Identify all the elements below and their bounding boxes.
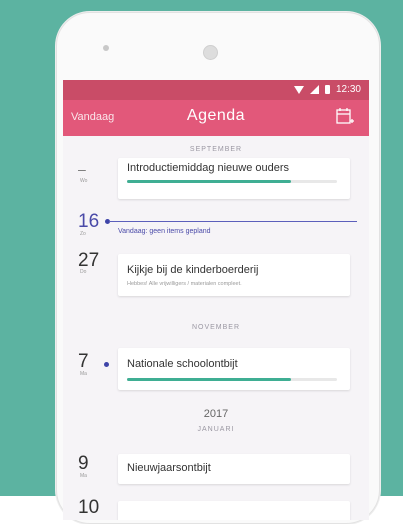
day-weekday: Do (80, 269, 87, 275)
event-title: Nationale schoolontbijt (127, 358, 238, 370)
today-note: Vandaag: geen items gepland (118, 228, 211, 235)
today-line (109, 221, 357, 222)
event-title: Nieuwjaarsontbijt (127, 462, 211, 474)
year-header: 2017 (203, 408, 229, 420)
event-progress (127, 378, 337, 381)
day-number: 27 (78, 250, 100, 271)
day-weekday: Wo (80, 178, 88, 184)
event-title: Kijkje bij de kinderboerderij (127, 264, 259, 276)
month-header-september: SEPTEMBER (189, 146, 243, 153)
event-card-kinderboerderij[interactable]: Kijkje bij de kinderboerderij Hebbes! Al… (118, 254, 350, 296)
day-number: 9 (78, 453, 89, 474)
wifi-icon (293, 85, 304, 94)
event-subtitle: Hebbes! Alle vrijwilligers / materialen … (127, 281, 242, 287)
event-card-partial[interactable] (118, 501, 350, 520)
page-title: Agenda (186, 107, 246, 124)
front-camera (203, 45, 218, 60)
event-marker (104, 362, 109, 367)
status-time: 12:30 (335, 84, 361, 95)
proximity-sensor (103, 45, 109, 51)
day-weekday: Ma (80, 371, 87, 377)
event-card-schoolontbijt[interactable]: Nationale schoolontbijt (118, 348, 350, 390)
day-number: 7 (78, 351, 89, 372)
month-header-january: JANUARI (197, 426, 235, 433)
day-weekday: Zo (80, 231, 86, 237)
app-bar: Vandaag Agenda (63, 100, 369, 136)
event-progress (127, 180, 337, 183)
day-number: – (78, 161, 86, 177)
event-card-intro[interactable]: Introductiemiddag nieuwe ouders (118, 158, 350, 199)
event-card-nieuwjaar[interactable]: Nieuwjaarsontbijt (118, 454, 350, 484)
calendar-add-icon[interactable] (335, 106, 355, 126)
event-progress-fill (127, 378, 291, 381)
event-title: Introductiemiddag nieuwe ouders (127, 162, 290, 174)
status-bar: 12:30 (63, 80, 369, 100)
app-screen: 12:30 Vandaag Agenda SEPTEMBER – Wo Intr… (63, 80, 369, 520)
battery-icon (324, 85, 330, 94)
agenda-list[interactable]: SEPTEMBER – Wo Introductiemiddag nieuwe … (63, 136, 369, 520)
event-progress-fill (127, 180, 291, 183)
day-weekday: Ma (80, 473, 87, 479)
day-number-today: 16 (78, 211, 100, 232)
signal-icon (309, 85, 319, 94)
month-header-november: NOVEMBER (191, 324, 241, 331)
